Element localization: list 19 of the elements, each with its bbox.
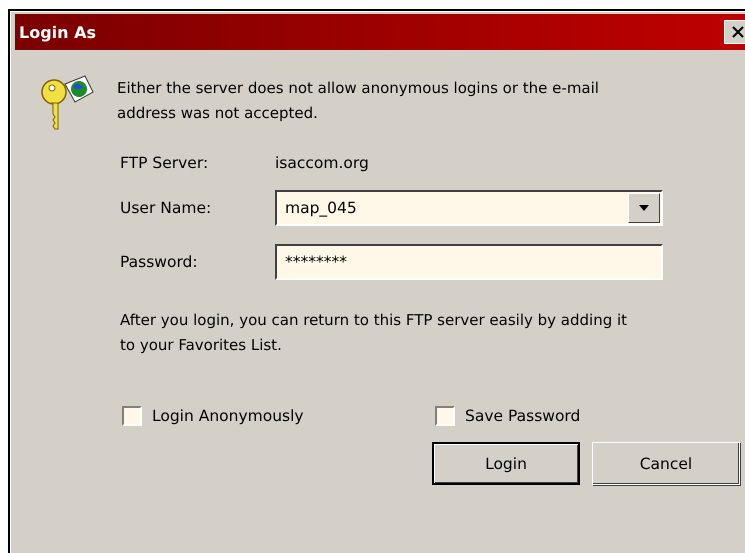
field-label: User Name:	[120, 199, 212, 217]
password-field[interactable]: ********	[275, 244, 663, 280]
server-name: isaccom.org	[275, 154, 370, 172]
checkbox-option[interactable]: Login Anonymously	[122, 406, 435, 426]
username-combobox[interactable]: map_045	[275, 190, 663, 226]
close-icon	[732, 26, 744, 38]
checkbox-option[interactable]: Save Password	[435, 406, 685, 426]
close-button[interactable]	[724, 20, 745, 44]
info-text: After you login, you can return to this FTP server easily by adding it to your Favorites List.	[120, 310, 628, 356]
checkbox[interactable]	[435, 406, 455, 426]
window-title: Login As	[19, 22, 96, 42]
error-message: Either the server does not allow anonymous logins or the e-mail address was not accepted.	[117, 78, 600, 124]
field-label: Password:	[120, 253, 199, 271]
field-label: FTP Server:	[120, 154, 210, 172]
dropdown-button[interactable]	[628, 193, 660, 223]
cancel-button[interactable]: Cancel	[592, 442, 740, 485]
login-button[interactable]: Login	[432, 442, 580, 485]
checkbox[interactable]	[122, 406, 142, 426]
caret-icon	[639, 205, 649, 211]
